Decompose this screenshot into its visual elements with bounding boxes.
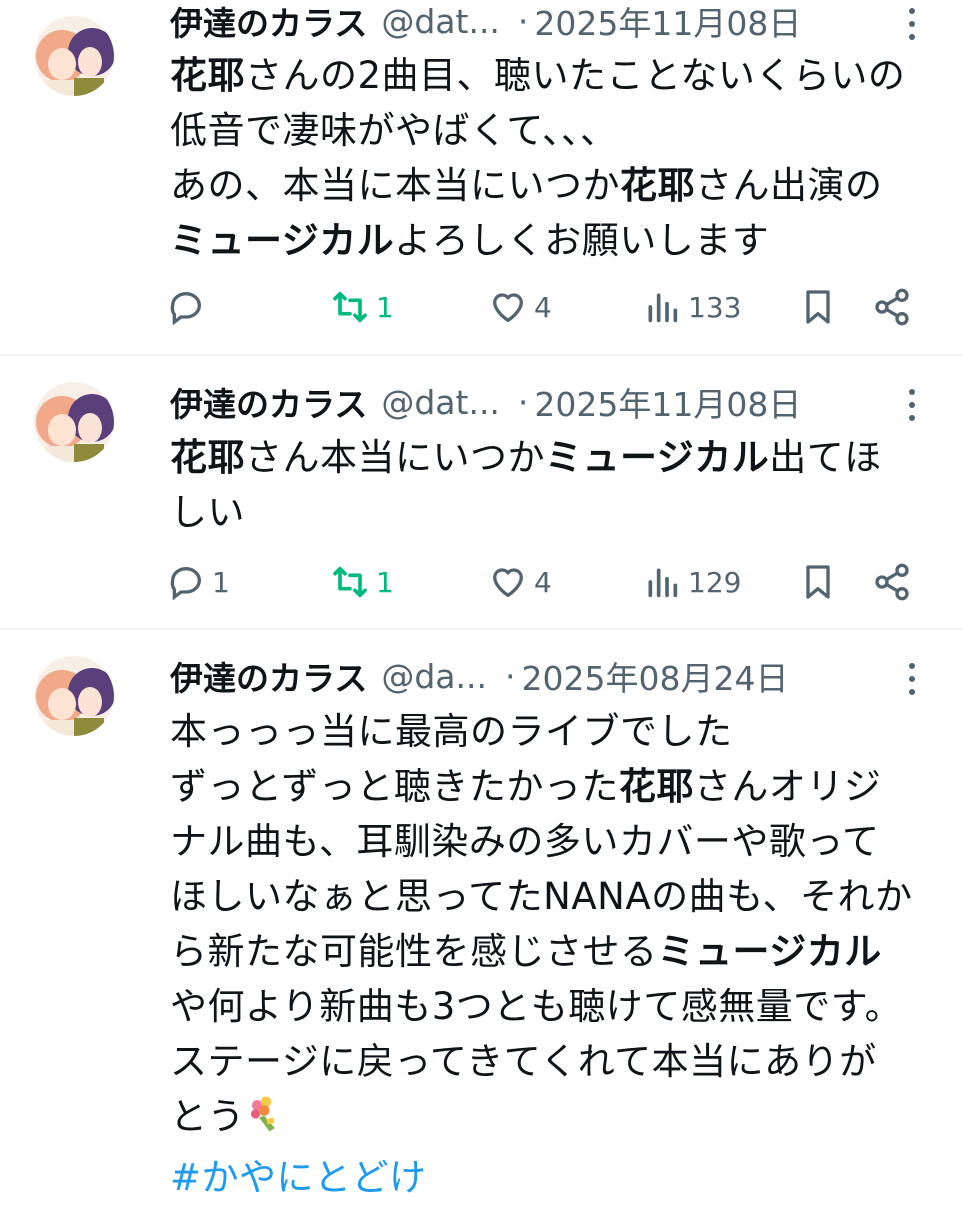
tweet-text-line: ナル曲も、耳馴染みの多いカバーや歌って <box>170 814 930 869</box>
tweet[interactable]: 伊達のカラス @da... · 2025年08月24日 本っっっ当に最高のライブ… <box>0 630 963 1200</box>
action-bar: 1 1 4 129 <box>0 557 963 607</box>
share-button[interactable] <box>872 282 912 332</box>
text-segment: さんの2曲目、聴いたことないくらいの <box>245 54 906 97</box>
like-count: 4 <box>534 565 552 599</box>
bold-keyword: ミュージカル <box>545 436 770 479</box>
retweet-button[interactable]: 1 <box>330 557 394 607</box>
text-segment: や何より新曲も3つとも聴けて感無量です。 <box>170 985 903 1028</box>
views-count: 133 <box>688 290 742 324</box>
author-handle[interactable]: @da... <box>381 657 487 696</box>
bouquet-emoji <box>245 1093 287 1150</box>
tweet-text-line: ミュージカルよろしくお願いします <box>170 213 930 268</box>
tweet-text-line: 花耶さん本当にいつかミュージカル出てほ <box>170 430 930 485</box>
more-icon[interactable] <box>905 389 919 429</box>
retweet-count: 1 <box>376 290 394 324</box>
separator: · <box>517 1 529 41</box>
tweet[interactable]: 伊達のカラス @dat... · 2025年11月08日 花耶さんの2曲目、聴い… <box>0 0 963 355</box>
reply-icon <box>170 567 201 601</box>
like-icon <box>493 568 523 597</box>
author-name[interactable]: 伊達のカラス <box>170 0 367 45</box>
tweet-date[interactable]: 2025年11月08日 <box>534 0 801 45</box>
text-segment: ずっとずっと聴きたかった <box>170 765 619 808</box>
retweet-icon <box>333 566 367 598</box>
tweet-text: 花耶さんの2曲目、聴いたことないくらいの 低音で凄味がやばくて、、、 あの、本当に本… <box>170 48 930 268</box>
tweet-text-line: しい <box>170 485 930 540</box>
bookmark-button[interactable] <box>798 282 838 332</box>
bookmark-button[interactable] <box>798 557 838 607</box>
more-icon[interactable] <box>905 663 919 703</box>
tweet-text-line: ステージに戻ってきてくれて本当にありが <box>170 1034 930 1089</box>
separator: · <box>504 656 516 696</box>
tweet-text-line: とう <box>170 1089 930 1150</box>
share-button[interactable] <box>872 557 912 607</box>
tweet-text: 花耶さん本当にいつかミュージカル出てほしい <box>170 430 930 540</box>
more-icon[interactable] <box>905 8 919 48</box>
hashtag-link[interactable]: #かやにとどけ <box>170 1156 427 1199</box>
avatar[interactable] <box>34 656 114 736</box>
bold-keyword: 花耶 <box>618 765 694 808</box>
tweet-text-line: #かやにとどけ <box>170 1150 930 1205</box>
author-name[interactable]: 伊達のカラス <box>170 652 367 700</box>
author-handle[interactable]: @dat... <box>381 383 500 422</box>
action-bar: 1 4 133 <box>0 282 963 332</box>
text-segment: あの、本当に本当にいつか <box>170 164 620 207</box>
text-segment: ナル曲も、耳馴染みの多いカバーや歌って <box>170 820 880 863</box>
text-segment: 低音で凄味がやばくて、、、 <box>170 109 618 152</box>
tweet-text: 本っっっ当に最高のライブでした ずっとずっと聴きたかった花耶さんオリジ ナル曲も、耳… <box>170 704 930 1205</box>
author-handle[interactable]: @dat... <box>381 2 500 41</box>
bold-keyword: ミュージカル <box>657 930 882 973</box>
like-icon <box>493 293 523 322</box>
share-icon <box>875 288 909 326</box>
views-icon <box>648 568 678 598</box>
views-button[interactable]: 129 <box>642 557 741 607</box>
text-segment: 出てほ <box>769 436 882 479</box>
tweet[interactable]: 伊達のカラス @dat... · 2025年11月08日 花耶さん本当にいつかミ… <box>0 356 963 628</box>
bold-keyword: ミュージカル <box>170 219 395 262</box>
tweet-text-line: あの、本当に本当にいつか花耶さん出演の <box>170 158 930 213</box>
bookmark-icon <box>806 565 830 599</box>
bold-keyword: 花耶 <box>170 436 245 479</box>
tweet-text-line: ほしいなぁと思ってたNANAの曲も、それか <box>170 869 930 924</box>
tweet-text-line: ら新たな可能性を感じさせるミュージカル <box>170 924 930 979</box>
avatar[interactable] <box>34 382 114 462</box>
tweet-date[interactable]: 2025年11月08日 <box>534 378 801 426</box>
views-count: 129 <box>688 565 742 599</box>
like-button[interactable]: 4 <box>488 557 552 607</box>
tweet-text-line: 本っっっ当に最高のライブでした <box>170 704 930 759</box>
reply-count: 1 <box>212 565 230 599</box>
bookmark-icon <box>806 290 830 324</box>
text-segment: しい <box>170 491 245 534</box>
text-segment: よろしくお願いします <box>394 219 770 262</box>
tweet-date[interactable]: 2025年08月24日 <box>521 652 788 700</box>
like-button[interactable]: 4 <box>488 282 552 332</box>
reply-button[interactable] <box>166 282 212 332</box>
bold-keyword: 花耶 <box>170 54 245 97</box>
text-segment: ステージに戻ってきてくれて本当にありが <box>170 1040 877 1083</box>
tweet-text-line: 低音で凄味がやばくて、、、 <box>170 103 930 158</box>
tweet-text-line: ずっとずっと聴きたかった花耶さんオリジ <box>170 759 930 814</box>
text-segment: ら新たな可能性を感じさせる <box>170 930 658 973</box>
share-icon <box>875 563 909 601</box>
retweet-count: 1 <box>376 565 394 599</box>
tweet-text-line: や何より新曲も3つとも聴けて感無量です。 <box>170 979 930 1034</box>
author-name[interactable]: 伊達のカラス <box>170 378 367 426</box>
text-segment: さん本当にいつか <box>245 436 545 479</box>
text-segment: 本っっっ当に最高のライブでした <box>170 710 733 753</box>
avatar[interactable] <box>34 16 114 96</box>
views-icon <box>648 293 678 323</box>
retweet-button[interactable]: 1 <box>330 282 394 332</box>
text-segment: さん出演の <box>695 164 883 207</box>
views-button[interactable]: 133 <box>642 282 741 332</box>
retweet-icon <box>333 291 367 323</box>
text-segment: とう <box>170 1095 245 1138</box>
text-segment: さんオリジ <box>693 765 882 808</box>
like-count: 4 <box>534 290 552 324</box>
tweet-text-line: 花耶さんの2曲目、聴いたことないくらいの <box>170 48 930 103</box>
reply-button[interactable]: 1 <box>166 557 230 607</box>
reply-icon <box>170 292 201 326</box>
separator: · <box>517 382 529 422</box>
text-segment: ほしいなぁと思ってたNANAの曲も、それか <box>170 875 913 918</box>
bold-keyword: 花耶 <box>620 164 695 207</box>
